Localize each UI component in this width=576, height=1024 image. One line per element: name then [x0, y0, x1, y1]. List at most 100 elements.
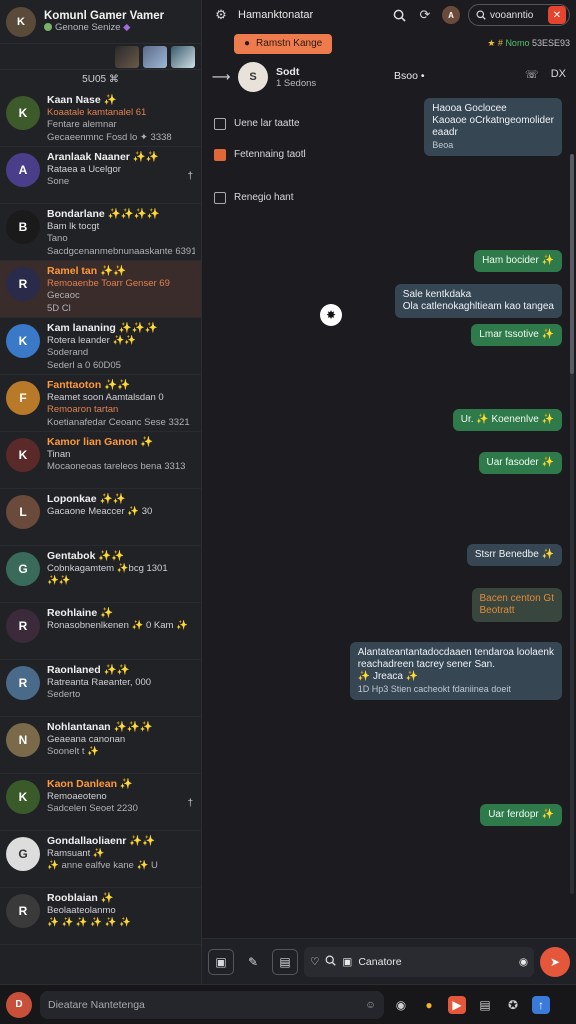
checkbox-icon[interactable]: [214, 191, 226, 204]
sticker-icon[interactable]: ✎: [240, 949, 266, 975]
avatar[interactable]: R: [6, 609, 40, 643]
chat-list-item[interactable]: R Reohlaine ✨ Ronasobnenlkenen ✨ 0 Kam ✨: [0, 603, 201, 660]
message-text: Canatore: [358, 955, 402, 968]
avatar[interactable]: K: [6, 780, 40, 814]
avatar[interactable]: A: [442, 6, 460, 24]
conversation-status: Bsoo •: [394, 70, 425, 82]
tag-star: ★ #: [487, 38, 503, 48]
chat-name: Loponkae ✨✨: [47, 493, 126, 505]
mic-icon[interactable]: ◉: [519, 956, 528, 968]
avatar[interactable]: G: [6, 552, 40, 586]
outgoing-message[interactable]: Uar ferdopr ✨: [480, 804, 562, 826]
chat-list: K Kaan Nase ✨ Koaatale kamtanalel 61 Fentar…: [0, 90, 201, 945]
avatar[interactable]: L: [6, 495, 40, 529]
send-button[interactable]: ➤: [540, 946, 570, 977]
chat-list-item[interactable]: F Fanttaoton ✨✨ Reamet soon Aamtalsdan 0 Re…: [0, 375, 201, 432]
outgoing-message[interactable]: Lmar tssotive ✨: [471, 324, 562, 346]
avatar[interactable]: K: [6, 96, 40, 130]
message-composer: ▣ ✎ ▤ ♡ ▣ Canatore ◉ ➤: [202, 938, 576, 984]
avatar[interactable]: K: [6, 6, 36, 37]
avatar[interactable]: B: [6, 210, 40, 244]
coin-icon[interactable]: ●: [420, 996, 438, 1014]
upload-icon[interactable]: ↑: [532, 995, 550, 1014]
avatar[interactable]: R: [6, 894, 40, 928]
gif-icon[interactable]: ▣: [342, 956, 352, 968]
option-label: Renegio hant: [234, 192, 294, 203]
checkbox-icon[interactable]: [214, 117, 226, 130]
chat-list-item[interactable]: A Aranlaak Naaner ✨✨ Rataea a Ucelgor Sone †: [0, 147, 201, 204]
avatar[interactable]: R: [6, 267, 40, 301]
phone-icon[interactable]: ☏: [525, 68, 539, 81]
outgoing-message[interactable]: Uar fasoder ✨: [478, 452, 562, 474]
avatar[interactable]: R: [6, 666, 40, 700]
avatar[interactable]: A: [6, 153, 40, 187]
chat-preview: Gecaeenmnc Fosd lo ✦ 3338: [47, 131, 172, 143]
chat-list-item[interactable]: K Kaon Danlean ✨ Remoaeoteno Sadcelen Seoet…: [0, 774, 201, 831]
avatar[interactable]: K: [6, 324, 40, 358]
avatar[interactable]: D: [6, 991, 32, 1018]
chat-list-item[interactable]: L Loponkae ✨✨ Gacaone Meaccer ✨ 30: [0, 489, 201, 546]
settings-icon[interactable]: ⚙: [212, 6, 230, 24]
chat-list-item[interactable]: K Kamor lian Ganon ✨ Tinan Mocaoneoas tarel…: [0, 432, 201, 489]
reaction-icon[interactable]: ✸: [320, 304, 342, 326]
message-input[interactable]: ♡ ▣ Canatore ◉: [304, 946, 534, 977]
incoming-message[interactable]: Bacen centon Gt Beotratt: [471, 588, 562, 622]
profile-header[interactable]: K Komunl Gamer Vamer Genone Senize ◆: [0, 0, 201, 44]
checkbox-icon[interactable]: [214, 148, 226, 161]
chat-list-item[interactable]: G Gondallaoliaenr ✨✨ Ramsuant ✨ ✨ anne ealf…: [0, 831, 201, 888]
gallery-icon[interactable]: ▤: [476, 996, 494, 1014]
option-item[interactable]: Renegio hant: [214, 182, 364, 213]
topbar: ⚙ Hamanktonatar ⟳ A vooanntio ✕: [202, 0, 576, 30]
search-icon[interactable]: [325, 955, 337, 969]
chat-list-item[interactable]: K Kam lananing ✨✨✨ Rotera leander ✨✨ Sodera…: [0, 318, 201, 375]
global-search-input[interactable]: Dieatare Nantetenga ☺: [40, 990, 384, 1019]
search-input[interactable]: vooanntio: [490, 10, 544, 21]
notification-banner[interactable]: ● Ramstn Kange: [234, 34, 333, 54]
message-line: Lmar tssotive ✨: [479, 329, 554, 340]
chat-list-item[interactable]: B Bondarlane ✨✨✨✨ Bam lk tocgt Tano Sacdgcen…: [0, 204, 201, 261]
emoji-icon[interactable]: ♡: [310, 956, 319, 968]
chat-name: Ramel tan ✨✨: [47, 265, 127, 277]
chat-list-item[interactable]: N Nohlantanan ✨✨✨ Geaeana canonan Soonelt t…: [0, 717, 201, 774]
video-icon[interactable]: ▶: [448, 995, 466, 1014]
avatar[interactable]: K: [6, 438, 40, 472]
thumbnail-image[interactable]: [143, 46, 167, 68]
note-icon[interactable]: ▤: [272, 948, 298, 975]
search-box[interactable]: vooanntio ✕: [468, 4, 570, 26]
outgoing-message[interactable]: Ur. ✨ Koenenlve ✨: [452, 409, 562, 431]
emoji-icon[interactable]: ☺: [365, 999, 376, 1011]
incoming-message[interactable]: Haooa Goclocee Kaoaoe oCrkatngeomolider ea…: [424, 98, 562, 156]
close-button[interactable]: DX: [551, 68, 566, 81]
chat-preview: Ratreanta Raeanter, 000: [47, 676, 152, 688]
thumbnail-image[interactable]: [115, 46, 139, 68]
chat-list-item[interactable]: R Raonlaned ✨✨ Ratreanta Raeanter, 000 Sede…: [0, 660, 201, 717]
avatar[interactable]: G: [6, 837, 40, 871]
option-item[interactable]: Uene lar taatte: [214, 108, 364, 139]
pin-icon[interactable]: †: [187, 171, 193, 182]
thumbnail-image[interactable]: [171, 46, 195, 68]
attach-icon[interactable]: ▣: [208, 948, 234, 975]
search-icon[interactable]: [390, 6, 408, 24]
camera-icon[interactable]: ◉: [392, 996, 410, 1014]
section-header: 5U05 ⌘: [82, 74, 119, 85]
incoming-message[interactable]: Alantateantantadocdaaen tendaroa loolaen…: [349, 642, 562, 700]
pin-icon[interactable]: †: [187, 798, 193, 809]
back-icon[interactable]: ⟶: [212, 68, 231, 86]
refresh-icon[interactable]: ⟳: [416, 6, 434, 24]
incoming-message[interactable]: Stsrr Benedbe ✨: [466, 544, 562, 566]
outgoing-message[interactable]: Ham bocider ✨: [474, 250, 562, 272]
avatar[interactable]: S: [238, 62, 268, 92]
chat-list-item[interactable]: R Ramel tan ✨✨ Remoaenbe Toarr Genser 69 Ge…: [0, 261, 201, 318]
incoming-message[interactable]: Sale kentkdaka Ola catlenokaghltieam kao …: [394, 284, 562, 318]
avatar[interactable]: F: [6, 381, 40, 415]
avatar[interactable]: N: [6, 723, 40, 757]
puzzle-icon[interactable]: ✪: [504, 996, 522, 1014]
chat-list-item[interactable]: G Gentabok ✨✨ Cobnkagamtem ✨bcg 1301 ✨✨: [0, 546, 201, 603]
chat-list-item[interactable]: R Rooblaian ✨ Beolaateolanmo ✨ ✨ ✨ ✨ ✨ ✨: [0, 888, 201, 945]
chat-preview: ✨ ✨ ✨ ✨ ✨ ✨: [47, 917, 132, 928]
close-icon[interactable]: ✕: [548, 6, 566, 24]
chat-preview: Bam lk tocgt: [47, 220, 100, 232]
scrollbar-thumb[interactable]: [570, 154, 574, 374]
option-item[interactable]: Fetennaing taotl: [214, 139, 364, 170]
chat-list-item[interactable]: K Kaan Nase ✨ Koaatale kamtanalel 61 Fentar…: [0, 90, 201, 147]
